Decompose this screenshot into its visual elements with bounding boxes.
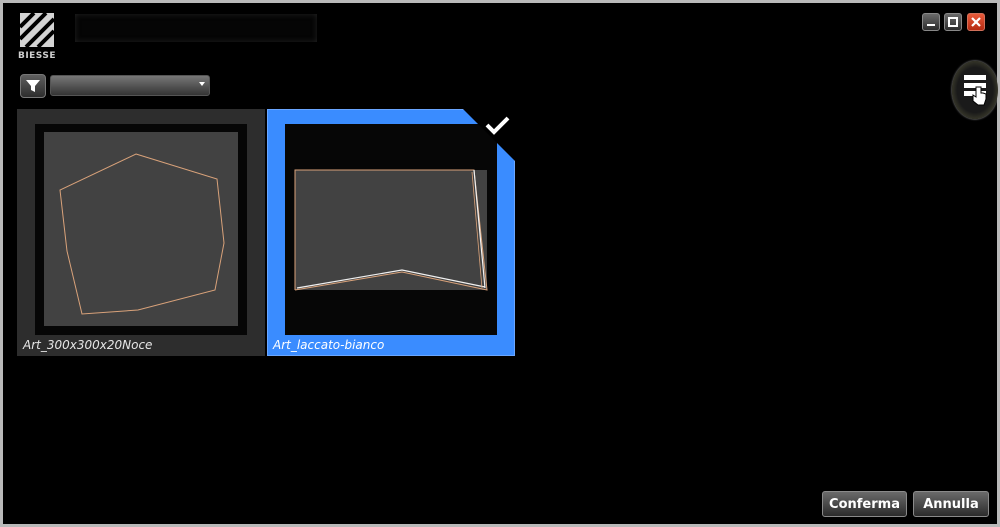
- cancel-button[interactable]: Annulla: [913, 491, 989, 517]
- filter-dropdown[interactable]: [50, 75, 210, 96]
- selected-marker: [463, 109, 515, 161]
- minimize-button[interactable]: [922, 13, 940, 31]
- item-thumbnail: [35, 124, 247, 335]
- view-toggle-button[interactable]: [952, 61, 998, 119]
- item-label: Art_300x300x20Noce: [23, 338, 153, 352]
- app-window: BIESSE Art_300x300x20Noce Art_laccato-bi…: [0, 0, 1000, 527]
- close-icon: [971, 17, 981, 27]
- maximize-button[interactable]: [944, 13, 962, 31]
- biesse-logo: BIESSE: [16, 11, 58, 63]
- item-card[interactable]: Art_300x300x20Noce: [17, 109, 265, 356]
- part-preview-icon: [44, 132, 238, 326]
- minimize-icon: [927, 24, 935, 26]
- logo-stripes-icon: [18, 11, 56, 49]
- maximize-icon: [948, 17, 958, 27]
- list-view-icon: [964, 75, 987, 106]
- confirm-button[interactable]: Conferma: [822, 491, 907, 517]
- logo-text: BIESSE: [17, 51, 57, 61]
- close-button[interactable]: [967, 13, 985, 31]
- check-icon: [463, 109, 515, 161]
- item-card-selected[interactable]: Art_laccato-bianco: [267, 109, 515, 356]
- title-area: [75, 14, 317, 42]
- filter-icon: [26, 80, 40, 92]
- filter-button[interactable]: [20, 74, 46, 98]
- chevron-down-icon: [199, 82, 205, 86]
- item-label: Art_laccato-bianco: [273, 338, 385, 352]
- hand-cursor-icon: [972, 86, 987, 106]
